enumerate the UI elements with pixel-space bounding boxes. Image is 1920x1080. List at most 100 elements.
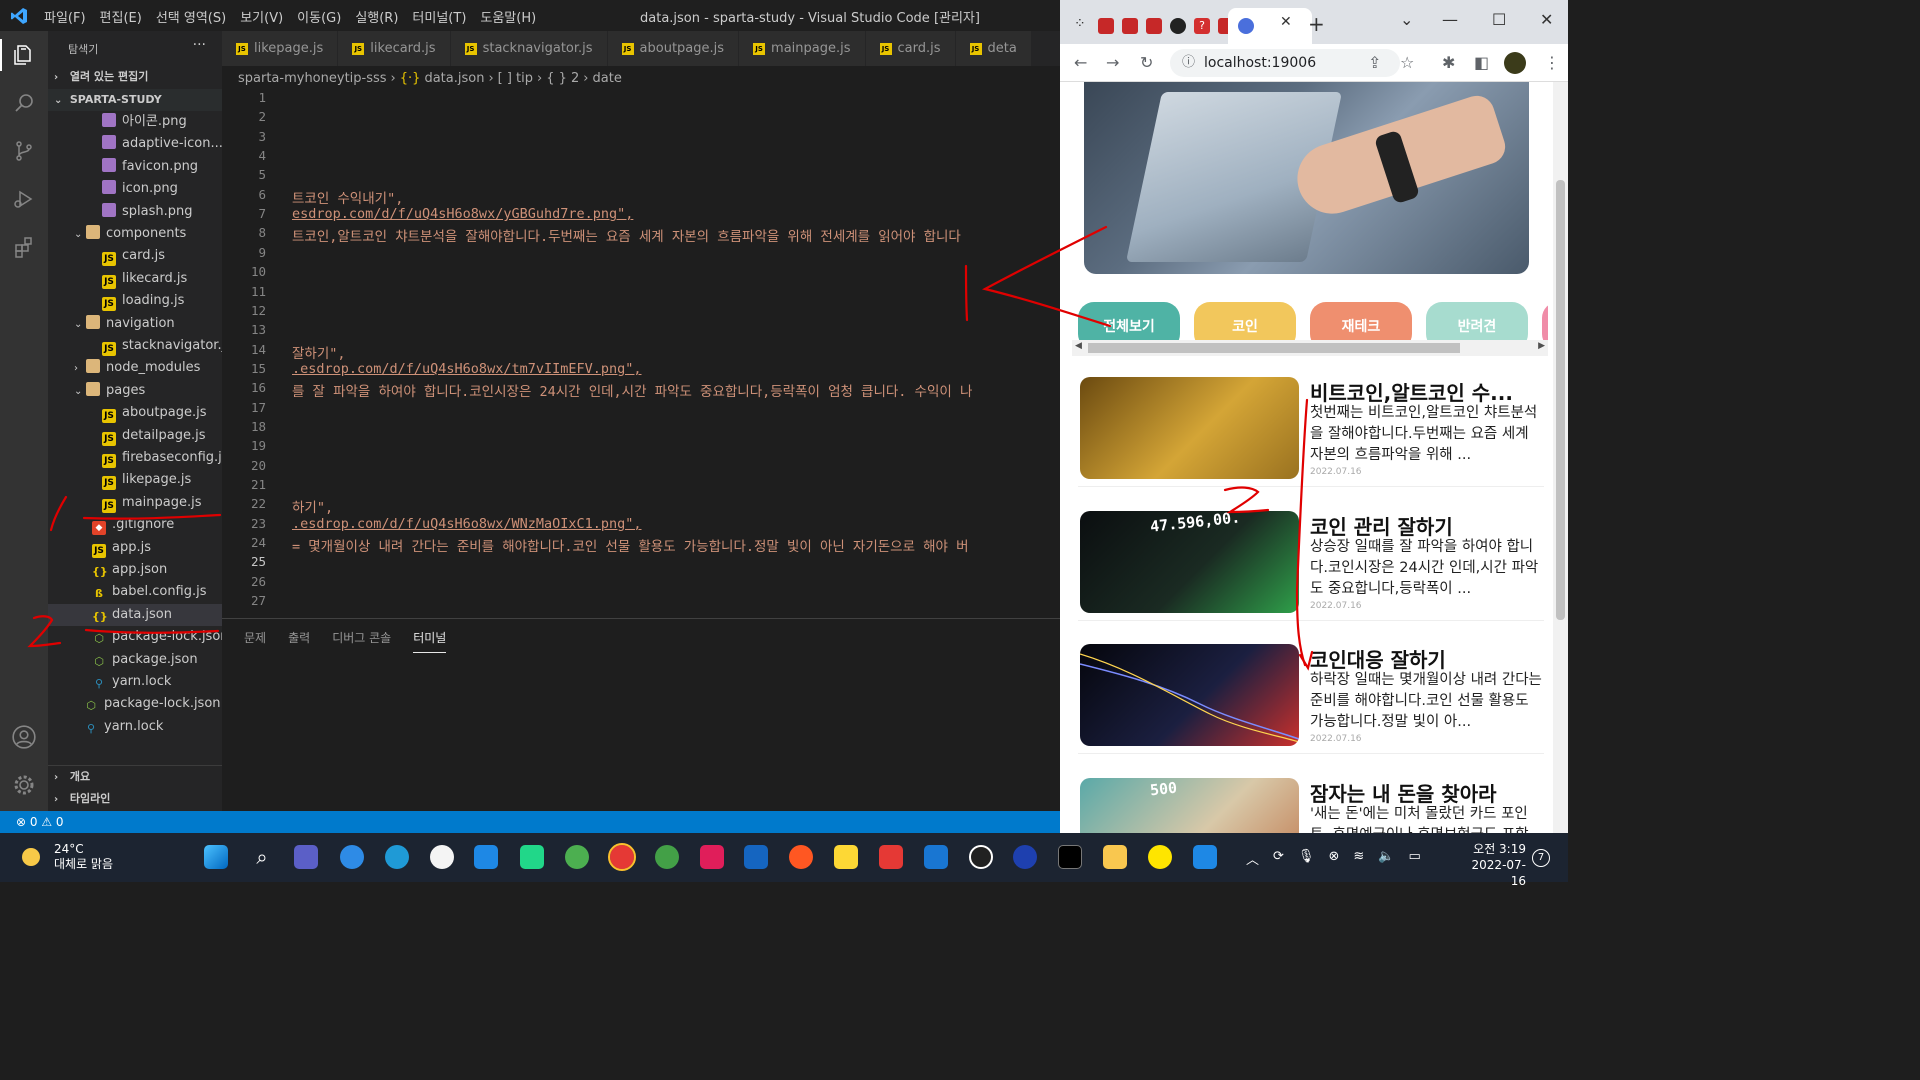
editor-tab[interactable]: JS card.js <box>865 31 956 66</box>
category-button[interactable]: 코인 <box>1194 302 1296 342</box>
bookmark-star-icon[interactable]: ☆ <box>1400 53 1414 72</box>
taskbar-search-icon[interactable]: ⌕ <box>250 845 274 869</box>
manage-gear-icon[interactable] <box>8 769 40 801</box>
scroll-left-icon[interactable]: ◀ <box>1075 341 1082 351</box>
panel-tab[interactable]: 디버그 콘솔 <box>332 629 391 653</box>
extensions-icon[interactable] <box>8 231 40 263</box>
tree-file[interactable]: JS likepage.js <box>48 469 222 491</box>
tree-file[interactable]: 아이콘.png <box>48 111 222 133</box>
kakaotalk-icon[interactable] <box>1148 845 1172 869</box>
tree-file[interactable]: JS stacknavigator.js <box>48 335 222 357</box>
category-button[interactable]: 반려견 <box>1426 302 1528 342</box>
code-line[interactable]: esdrop.com/d/f/uQ4sH6o8wx/yGBGuhd7re.png… <box>292 206 633 222</box>
tree-file[interactable]: JS mainpage.js <box>48 492 222 514</box>
breadcrumb-key[interactable]: date <box>593 71 622 86</box>
run-debug-icon[interactable] <box>8 183 40 215</box>
breadcrumb-folder[interactable]: sparta-myhoneytip-sss <box>238 71 387 86</box>
file-explorer-icon[interactable] <box>1103 845 1127 869</box>
tree-file[interactable]: adaptive-icon.... <box>48 133 222 155</box>
taskbar-app-icon[interactable] <box>879 845 903 869</box>
taskbar-app-icon[interactable] <box>340 845 364 869</box>
new-tab-button[interactable]: + <box>1308 12 1325 36</box>
explorer-icon[interactable] <box>0 39 40 71</box>
menu-item[interactable]: 실행(R) <box>355 7 398 26</box>
slack-icon[interactable] <box>700 845 724 869</box>
taskbar-app-icon[interactable] <box>430 845 454 869</box>
tree-file[interactable]: ⚲ yarn.lock <box>48 716 222 738</box>
battery-icon[interactable]: ▭ <box>1408 849 1420 868</box>
obs-icon[interactable] <box>969 845 993 869</box>
start-button[interactable] <box>204 845 228 869</box>
tree-file[interactable]: ⚲ yarn.lock <box>48 671 222 693</box>
taskbar-app-icon[interactable] <box>789 845 813 869</box>
help-icon[interactable]: ? <box>1194 18 1210 34</box>
editor-tab[interactable]: JS mainpage.js <box>739 31 866 66</box>
notepad-icon[interactable] <box>1193 845 1217 869</box>
pycharm-icon[interactable] <box>520 845 544 869</box>
menu-item[interactable]: 이동(G) <box>297 7 341 26</box>
scroll-right-icon[interactable]: ▶ <box>1538 341 1545 351</box>
tree-folder[interactable]: ⌄ pages <box>48 380 222 402</box>
menu-item[interactable]: 터미널(T) <box>412 7 466 26</box>
panel-tab[interactable]: 문제 <box>244 629 266 653</box>
tree-file[interactable]: JS card.js <box>48 245 222 267</box>
tree-file[interactable]: JS likecard.js <box>48 268 222 290</box>
tree-folder[interactable]: › node_modules <box>48 357 222 379</box>
weather-widget[interactable]: 24°C 대체로 맑음 <box>22 842 113 872</box>
tree-file[interactable]: ⬡ package.json <box>48 649 222 671</box>
outline-section[interactable]: › 개요 <box>48 765 222 787</box>
editor-tab[interactable]: JS deta <box>955 31 1032 66</box>
code-line[interactable]: 잘하기", <box>292 342 346 362</box>
problems-status[interactable]: ⊗ 0 ⚠ 0 <box>16 815 64 829</box>
tree-file[interactable]: ⬡ package-lock.json <box>48 693 222 715</box>
tree-file[interactable]: JS firebaseconfig.js <box>48 447 222 469</box>
tab-list-chevron-icon[interactable]: ⌄ <box>1400 10 1413 29</box>
editor-tab[interactable]: JS stacknavigator.js <box>450 31 608 66</box>
tray-chevron-icon[interactable]: ︿ <box>1246 849 1259 868</box>
tree-file[interactable]: {} data.json <box>48 603 222 626</box>
editor-tab[interactable]: JS likepage.js <box>222 31 339 66</box>
chrome-icon[interactable] <box>565 845 589 869</box>
page-vertical-scrollbar[interactable] <box>1553 82 1568 833</box>
menu-item[interactable]: 도움말(H) <box>480 7 536 26</box>
tree-file[interactable]: JS loading.js <box>48 290 222 312</box>
side-panel-icon[interactable]: ◧ <box>1474 53 1489 72</box>
reload-icon[interactable]: ↻ <box>1140 53 1153 72</box>
active-tab[interactable]: ✕ <box>1228 8 1312 44</box>
taskbar-clock[interactable]: 오전 3:19 2022-07-16 <box>1468 841 1526 889</box>
code-line[interactable]: 하기", <box>292 496 333 516</box>
taskbar-app-icon[interactable] <box>924 845 948 869</box>
code-line[interactable]: 트코인,알트코인 챠트분석을 잘해야합니다.두번째는 요즘 세계 자본의 흐름파… <box>292 225 961 245</box>
tab-favicon-2[interactable] <box>1122 18 1138 34</box>
volume-icon[interactable]: 🔈 <box>1378 849 1394 868</box>
menu-item[interactable]: 편집(E) <box>100 7 142 26</box>
wifi-icon[interactable]: ≋ <box>1353 849 1364 868</box>
menu-item[interactable]: 보기(V) <box>240 7 283 26</box>
tree-file[interactable]: icon.png <box>48 178 222 200</box>
address-bar[interactable]: ⓘ localhost:19006 <box>1170 49 1400 77</box>
close-tab-icon[interactable]: ✕ <box>1280 14 1292 30</box>
close-window-icon[interactable]: ✕ <box>1540 10 1553 29</box>
site-info-icon[interactable]: ⓘ <box>1182 49 1195 77</box>
tree-file[interactable]: ◆ .gitignore <box>48 514 222 536</box>
editor-tab[interactable]: JS aboutpage.js <box>607 31 740 66</box>
breadcrumb-array[interactable]: [ ] tip <box>498 71 533 86</box>
category-horizontal-scrollbar[interactable]: ◀ ▶ <box>1072 340 1548 356</box>
code-line[interactable]: = 몇개월이상 내려 간다는 준비를 해야합니다.코인 선물 활용도 가능합니다… <box>292 535 969 555</box>
back-icon[interactable]: ← <box>1074 53 1087 72</box>
tree-file[interactable]: JS app.js <box>48 537 222 559</box>
tab-favicon-1[interactable] <box>1098 18 1114 34</box>
breadcrumb-object[interactable]: { } 2 <box>546 71 579 86</box>
tip-card[interactable]: 비트코인,알트코인 수... 첫번째는 비트코인,알트코인 챠트분석을 잘해야합니… <box>1078 377 1544 487</box>
tree-file[interactable]: JS detailpage.js <box>48 425 222 447</box>
chrome-icon[interactable] <box>608 843 636 871</box>
tree-file[interactable]: {} app.json <box>48 559 222 581</box>
share-icon[interactable]: ⇪ <box>1368 53 1381 72</box>
menu-item[interactable]: 선택 영역(S) <box>156 7 226 26</box>
tree-file[interactable]: JS aboutpage.js <box>48 402 222 424</box>
code-line[interactable]: .esdrop.com/d/f/uQ4sH6o8wx/WNzMaOIxC1.pn… <box>292 516 642 532</box>
accounts-icon[interactable] <box>8 721 40 753</box>
taskbar-app-icon[interactable] <box>1013 845 1037 869</box>
source-control-icon[interactable] <box>8 135 40 167</box>
tree-file[interactable]: ⬡ package-lock.json <box>48 626 222 648</box>
